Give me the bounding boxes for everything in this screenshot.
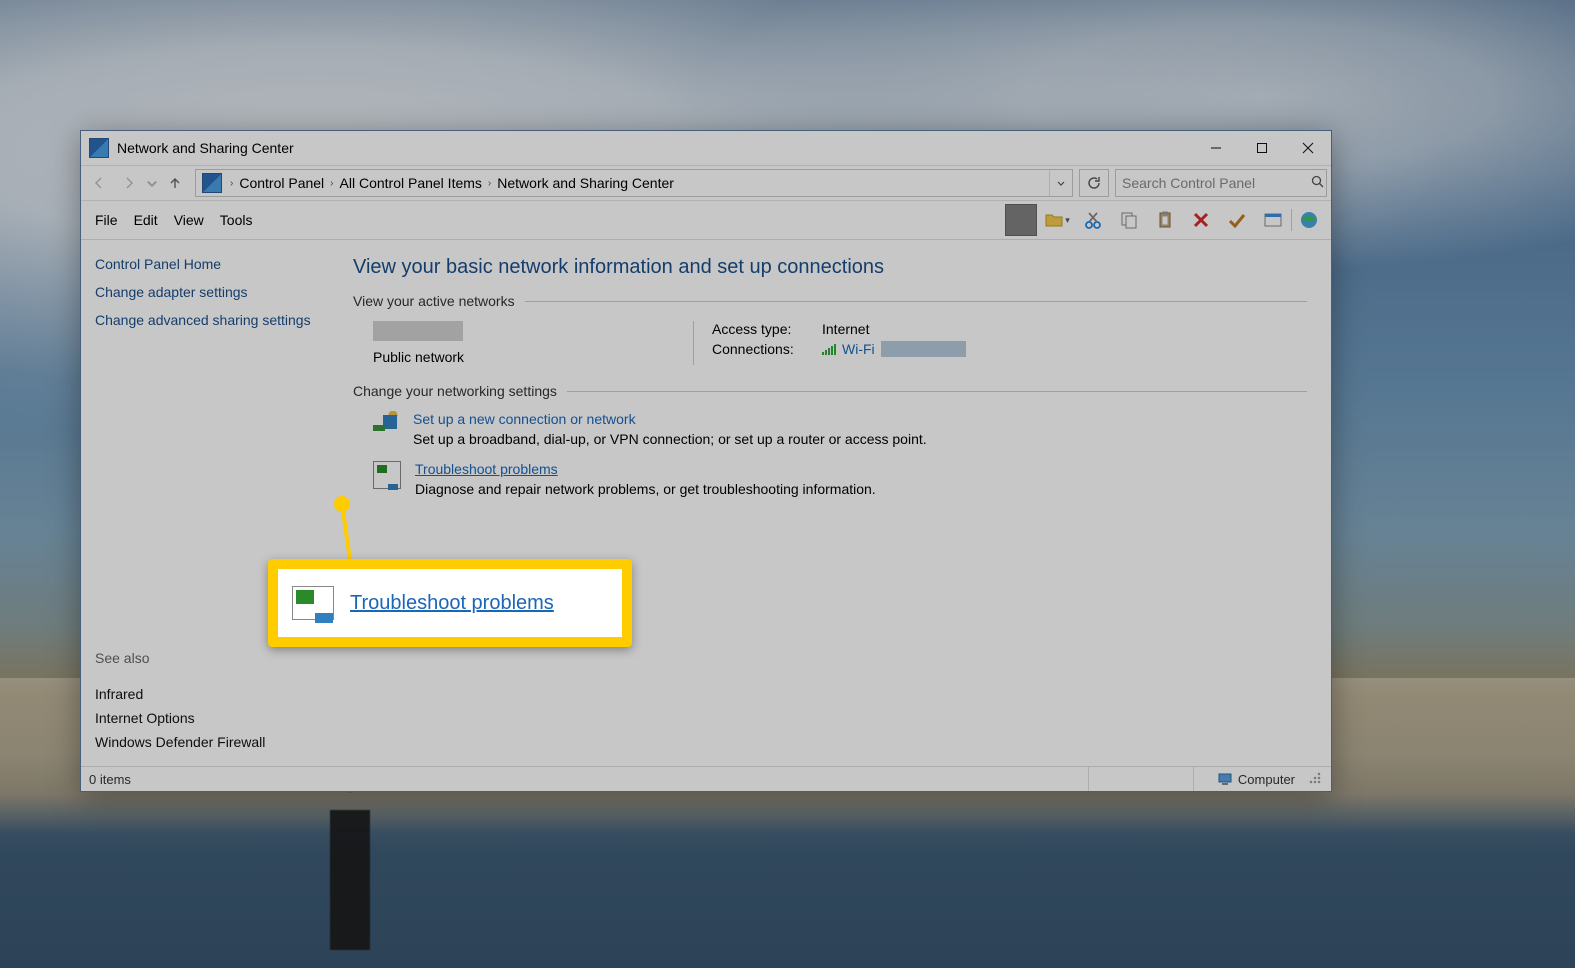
recent-locations-button[interactable]: [145, 170, 159, 196]
statusbar: 0 items Computer: [81, 766, 1331, 791]
delete-button[interactable]: [1185, 204, 1217, 236]
computer-icon: [1218, 772, 1232, 786]
globe-button[interactable]: [1293, 204, 1325, 236]
chevron-icon[interactable]: ›: [328, 178, 335, 189]
signal-icon: [822, 343, 836, 355]
troubleshoot-icon: [292, 586, 334, 620]
setup-connection-desc: Set up a broadband, dial-up, or VPN conn…: [413, 431, 927, 447]
new-window-button[interactable]: [1257, 204, 1289, 236]
breadcrumb-network-sharing[interactable]: Network and Sharing Center: [493, 175, 678, 191]
page-heading: View your basic network information and …: [353, 256, 1307, 279]
sidebar-item-advanced-sharing[interactable]: Change advanced sharing settings: [95, 312, 325, 328]
connections-label: Connections:: [712, 341, 802, 357]
up-button[interactable]: [161, 170, 189, 196]
sidebar: Control Panel Home Change adapter settin…: [81, 240, 339, 766]
search-input[interactable]: [1116, 175, 1309, 191]
access-type-value: Internet: [822, 321, 869, 337]
toolbar: ▾: [1005, 204, 1325, 236]
menu-edit[interactable]: Edit: [126, 208, 166, 232]
network-name-redacted: [373, 321, 463, 341]
setup-connection-icon: [373, 411, 399, 437]
chevron-icon[interactable]: ›: [228, 178, 235, 189]
maximize-button[interactable]: [1239, 133, 1285, 163]
back-button[interactable]: [85, 170, 113, 196]
menubar: File Edit View Tools ▾: [81, 201, 1331, 240]
forward-button[interactable]: [115, 170, 143, 196]
properties-button[interactable]: [1005, 204, 1037, 236]
active-networks-label: View your active networks: [353, 293, 515, 309]
menu-view[interactable]: View: [166, 208, 212, 232]
navigation-bar: › Control Panel › All Control Panel Item…: [81, 166, 1331, 201]
see-also-internet-options[interactable]: Internet Options: [95, 710, 195, 726]
see-also-defender-firewall[interactable]: Windows Defender Firewall: [95, 734, 265, 750]
search-box[interactable]: [1115, 169, 1327, 197]
menu-file[interactable]: File: [87, 208, 126, 232]
menu-tools[interactable]: Tools: [212, 208, 261, 232]
search-icon[interactable]: [1309, 175, 1326, 191]
paste-button[interactable]: [1149, 204, 1181, 236]
address-bar[interactable]: › Control Panel › All Control Panel Item…: [195, 169, 1073, 197]
change-settings-label: Change your networking settings: [353, 383, 557, 399]
resize-grip[interactable]: [1309, 772, 1323, 786]
minimize-button[interactable]: [1193, 133, 1239, 163]
connection-name-redacted: [881, 341, 966, 357]
callout: Troubleshoot problems: [268, 559, 632, 647]
copy-button[interactable]: [1113, 204, 1145, 236]
sidebar-item-home[interactable]: Control Panel Home: [95, 256, 325, 272]
titlebar[interactable]: Network and Sharing Center: [81, 131, 1331, 166]
status-cell-blank: [1088, 767, 1193, 791]
network-type: Public network: [373, 349, 653, 365]
see-also-infrared[interactable]: Infrared: [95, 686, 143, 702]
address-dropdown-button[interactable]: [1049, 170, 1072, 196]
folder-button[interactable]: ▾: [1041, 204, 1073, 236]
troubleshoot-desc: Diagnose and repair network problems, or…: [415, 481, 876, 497]
troubleshoot-link[interactable]: Troubleshoot problems: [415, 461, 558, 477]
ok-button[interactable]: [1221, 204, 1253, 236]
troubleshoot-icon: [373, 461, 401, 489]
breadcrumb-control-panel[interactable]: Control Panel: [235, 175, 328, 191]
cut-button[interactable]: [1077, 204, 1109, 236]
sidebar-item-adapter-settings[interactable]: Change adapter settings: [95, 284, 325, 300]
status-item-count: 0 items: [89, 772, 131, 787]
refresh-button[interactable]: [1079, 169, 1109, 197]
close-button[interactable]: [1285, 133, 1331, 163]
callout-troubleshoot-link[interactable]: Troubleshoot problems: [350, 592, 554, 615]
breadcrumb-all-items[interactable]: All Control Panel Items: [336, 175, 486, 191]
access-type-label: Access type:: [712, 321, 802, 337]
connection-link[interactable]: Wi-Fi: [842, 341, 875, 357]
content-area: View your basic network information and …: [339, 240, 1331, 766]
address-icon: [202, 173, 222, 193]
window: Network and Sharing Center: [80, 130, 1332, 792]
status-cell-location: Computer: [1193, 767, 1305, 791]
app-icon: [89, 138, 109, 158]
window-title: Network and Sharing Center: [117, 140, 294, 156]
setup-connection-link[interactable]: Set up a new connection or network: [413, 411, 636, 427]
chevron-icon[interactable]: ›: [486, 178, 493, 189]
